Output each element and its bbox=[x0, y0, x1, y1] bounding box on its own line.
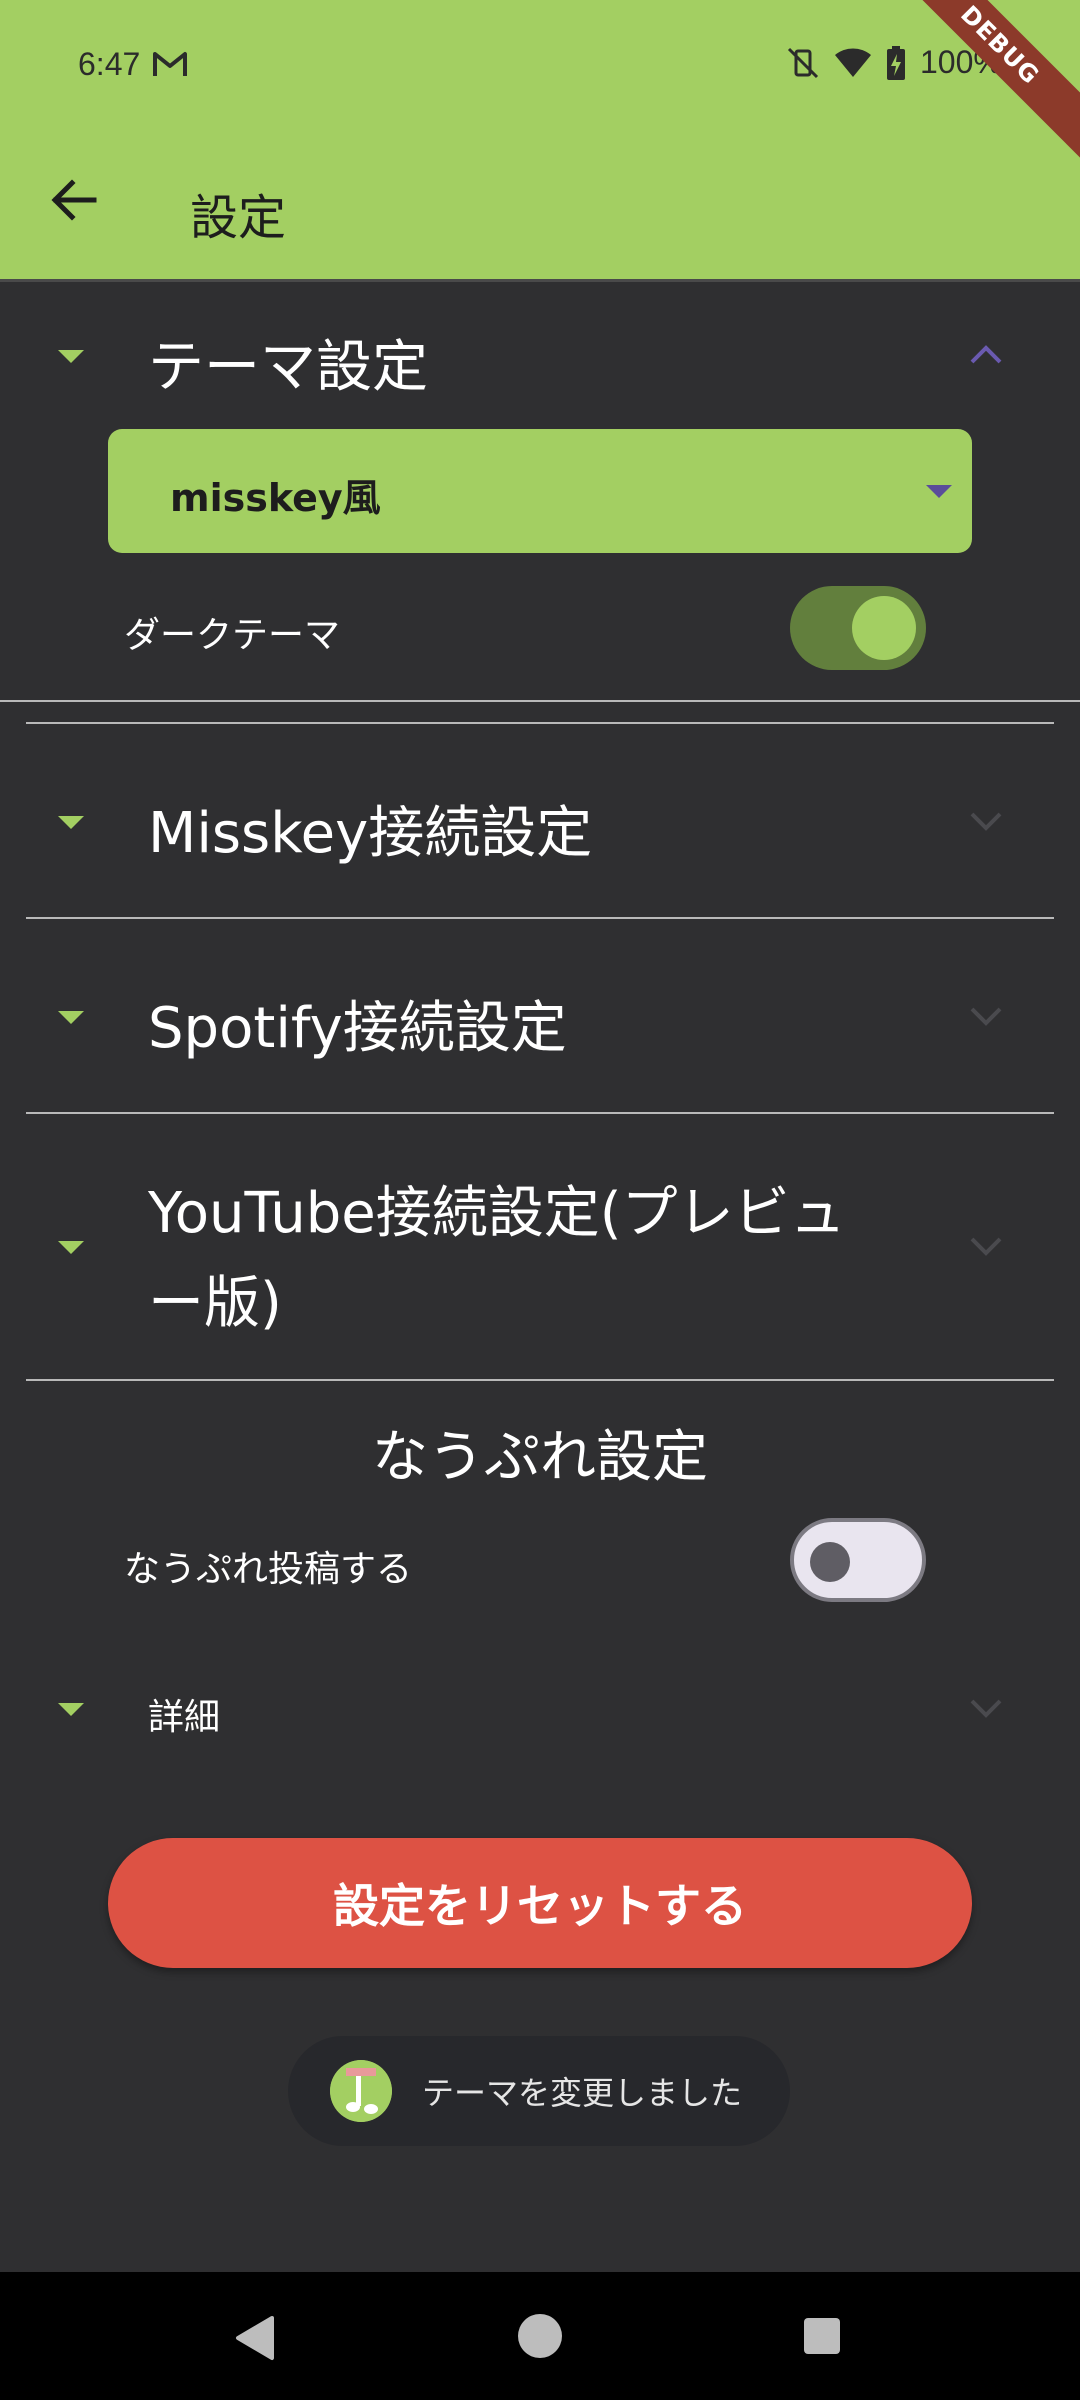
dark-theme-switch[interactable] bbox=[790, 586, 926, 670]
nowplaying-post-switch[interactable] bbox=[790, 1518, 926, 1602]
divider bbox=[26, 722, 1054, 724]
chevron-down-icon[interactable] bbox=[966, 1235, 1006, 1259]
dropdown-caret-icon bbox=[926, 485, 952, 498]
youtube-section-title-line2: ー版) bbox=[148, 1271, 282, 1336]
chevron-down-icon[interactable] bbox=[966, 1005, 1006, 1029]
switch-knob bbox=[810, 1542, 850, 1582]
chevron-down-icon[interactable] bbox=[966, 810, 1006, 834]
back-arrow-icon[interactable] bbox=[40, 166, 108, 234]
nowplaying-post-label: なうぷれ投稿する bbox=[124, 1549, 413, 1590]
toast-message: テーマを変更しました bbox=[422, 2074, 743, 2112]
battery-charging-icon bbox=[887, 45, 905, 80]
youtube-section-title-line1: YouTube接続設定(プレビュ bbox=[148, 1181, 846, 1246]
app-bar-shadow bbox=[0, 279, 1080, 282]
expand-arrow-icon bbox=[58, 816, 84, 829]
app-icon bbox=[330, 2060, 392, 2122]
app-bar: 6:47 100% DEBUG 設定 bbox=[0, 0, 1080, 279]
theme-dropdown[interactable]: misskey風 bbox=[108, 429, 972, 553]
expand-arrow-icon bbox=[58, 1011, 84, 1024]
toast: テーマを変更しました bbox=[288, 2036, 790, 2146]
theme-dropdown-value: misskey風 bbox=[170, 476, 381, 520]
reset-settings-label: 設定をリセットする bbox=[333, 1879, 747, 1933]
theme-section-title: テーマ設定 bbox=[148, 335, 428, 400]
details-section-title: 詳細 bbox=[148, 1697, 221, 1738]
misskey-section-title: Misskey接続設定 bbox=[148, 801, 593, 866]
expand-arrow-icon bbox=[58, 350, 84, 363]
dark-theme-label: ダークテーマ bbox=[124, 615, 341, 656]
status-icons: 100% bbox=[786, 44, 1002, 81]
divider bbox=[26, 1112, 1054, 1114]
wifi-icon bbox=[835, 47, 871, 77]
nav-recents-icon[interactable] bbox=[802, 2316, 842, 2356]
system-nav-bar bbox=[0, 2272, 1080, 2400]
reset-settings-button[interactable]: 設定をリセットする bbox=[108, 1838, 972, 1968]
spotify-section-title: Spotify接続設定 bbox=[148, 996, 567, 1061]
debug-banner: DEBUG bbox=[877, 0, 1080, 168]
divider bbox=[26, 1379, 1054, 1381]
vibrate-off-icon bbox=[787, 47, 819, 78]
page-title: 設定 bbox=[190, 190, 287, 246]
divider bbox=[26, 917, 1054, 919]
nowplaying-heading: なうぷれ設定 bbox=[372, 1425, 708, 1490]
status-time: 6:47 bbox=[78, 46, 141, 82]
expand-arrow-icon bbox=[58, 1241, 84, 1254]
nav-home-icon[interactable] bbox=[516, 2312, 564, 2360]
nav-back-icon[interactable] bbox=[232, 2314, 276, 2362]
gmail-icon bbox=[153, 52, 187, 76]
chevron-up-icon[interactable] bbox=[966, 342, 1006, 366]
chevron-down-icon[interactable] bbox=[966, 1697, 1006, 1721]
expand-arrow-icon bbox=[58, 1703, 84, 1716]
section-divider bbox=[0, 700, 1080, 702]
switch-knob bbox=[852, 596, 916, 660]
